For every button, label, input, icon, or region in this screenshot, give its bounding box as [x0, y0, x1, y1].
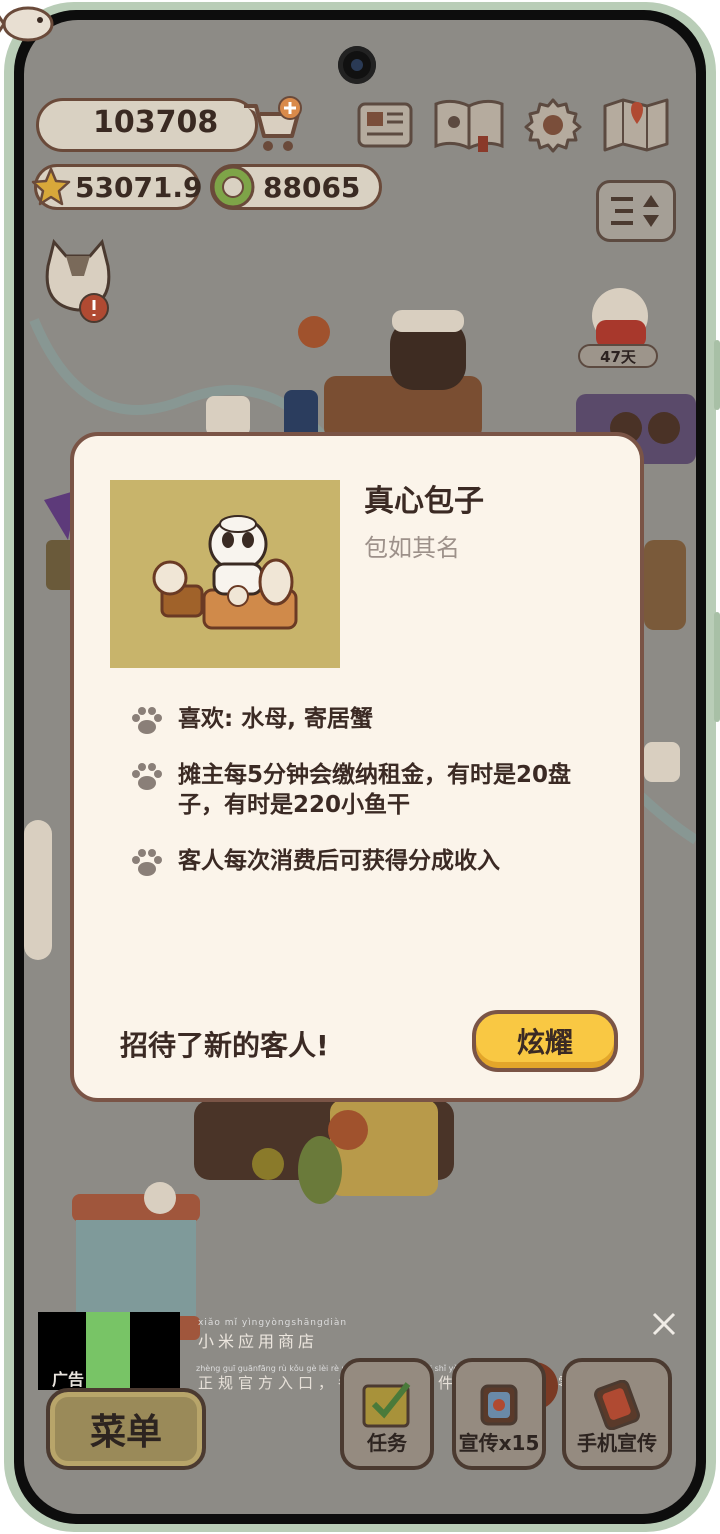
gear-icon: [524, 98, 582, 153]
phone-promote-label: 手机宣传: [577, 1431, 657, 1455]
menu-button[interactable]: 菜单: [46, 1388, 206, 1470]
feature-item: 摊主每5分钟会缴纳租金，有时是20盘子，有时是220小鱼干: [130, 760, 588, 820]
panda-bun-stall-image: [110, 480, 340, 668]
show-off-button[interactable]: 炫耀: [472, 1010, 618, 1072]
star-count: 53071.9: [75, 171, 203, 204]
filter-button[interactable]: [596, 180, 676, 242]
volume-button: [714, 340, 720, 410]
front-camera: [338, 46, 376, 84]
days-badge: 47天: [578, 344, 658, 368]
stall-subtitle: 包如其名: [364, 534, 460, 562]
tasks-button[interactable]: 任务: [340, 1358, 434, 1470]
fish-icon: [0, 6, 54, 42]
book-button[interactable]: [432, 96, 506, 154]
newspaper-button[interactable]: [354, 96, 416, 154]
map-icon: [603, 98, 669, 152]
cat-avatar[interactable]: [40, 236, 116, 326]
feature-text: 喜欢: 水母, 寄居蟹: [178, 706, 373, 732]
ad-title-pinyin: xiǎo mǐ yìngyòngshāngdiàn: [198, 1318, 348, 1328]
newspaper-icon: [357, 102, 413, 148]
coin-icon: [211, 165, 255, 209]
star-icon: [31, 167, 71, 206]
map-button[interactable]: [600, 96, 672, 154]
paw-icon: [132, 849, 162, 876]
stall-info-dialog: 真心包子 包如其名 喜欢: 水母, 寄居蟹 摊主每5分钟会缴纳租金，有时是20盘…: [70, 432, 644, 1102]
paw-icon: [132, 763, 162, 790]
feature-item: 喜欢: 水母, 寄居蟹: [130, 704, 608, 736]
filter-icon: [611, 195, 659, 227]
stall-title: 真心包子: [364, 484, 484, 519]
ad-label: 广告: [52, 1370, 85, 1389]
phone-promote-button[interactable]: 手机宣传: [562, 1358, 672, 1470]
phone-icon: [594, 1380, 640, 1430]
power-button: [714, 612, 720, 722]
tasks-label: 任务: [367, 1431, 407, 1455]
paw-icon: [132, 707, 162, 734]
settings-button[interactable]: [522, 96, 584, 154]
ad-title[interactable]: 小米应用商店: [198, 1328, 318, 1352]
feature-text: 客人每次消费后可获得分成收入: [178, 848, 500, 874]
book-icon: [434, 99, 504, 152]
promote-icon: [480, 1384, 518, 1426]
welcome-message: 招待了新的客人!: [120, 1029, 329, 1062]
checklist-icon: [362, 1382, 411, 1428]
feature-item: 客人每次消费后可获得分成收入: [130, 846, 608, 878]
ad-thumbnail-image: [86, 1312, 130, 1390]
fish-currency: 103708: [36, 98, 258, 152]
close-icon[interactable]: [650, 1310, 678, 1338]
shop-cart-icon[interactable]: [238, 96, 308, 154]
promote-label: 宣传x15: [458, 1431, 540, 1455]
promote-button[interactable]: 宣传x15: [452, 1358, 546, 1470]
feature-text: 摊主每5分钟会缴纳租金，有时是20盘子，有时是220小鱼干: [178, 762, 572, 818]
coin-count: 88065: [263, 171, 361, 204]
fish-count: 103708: [93, 105, 219, 140]
